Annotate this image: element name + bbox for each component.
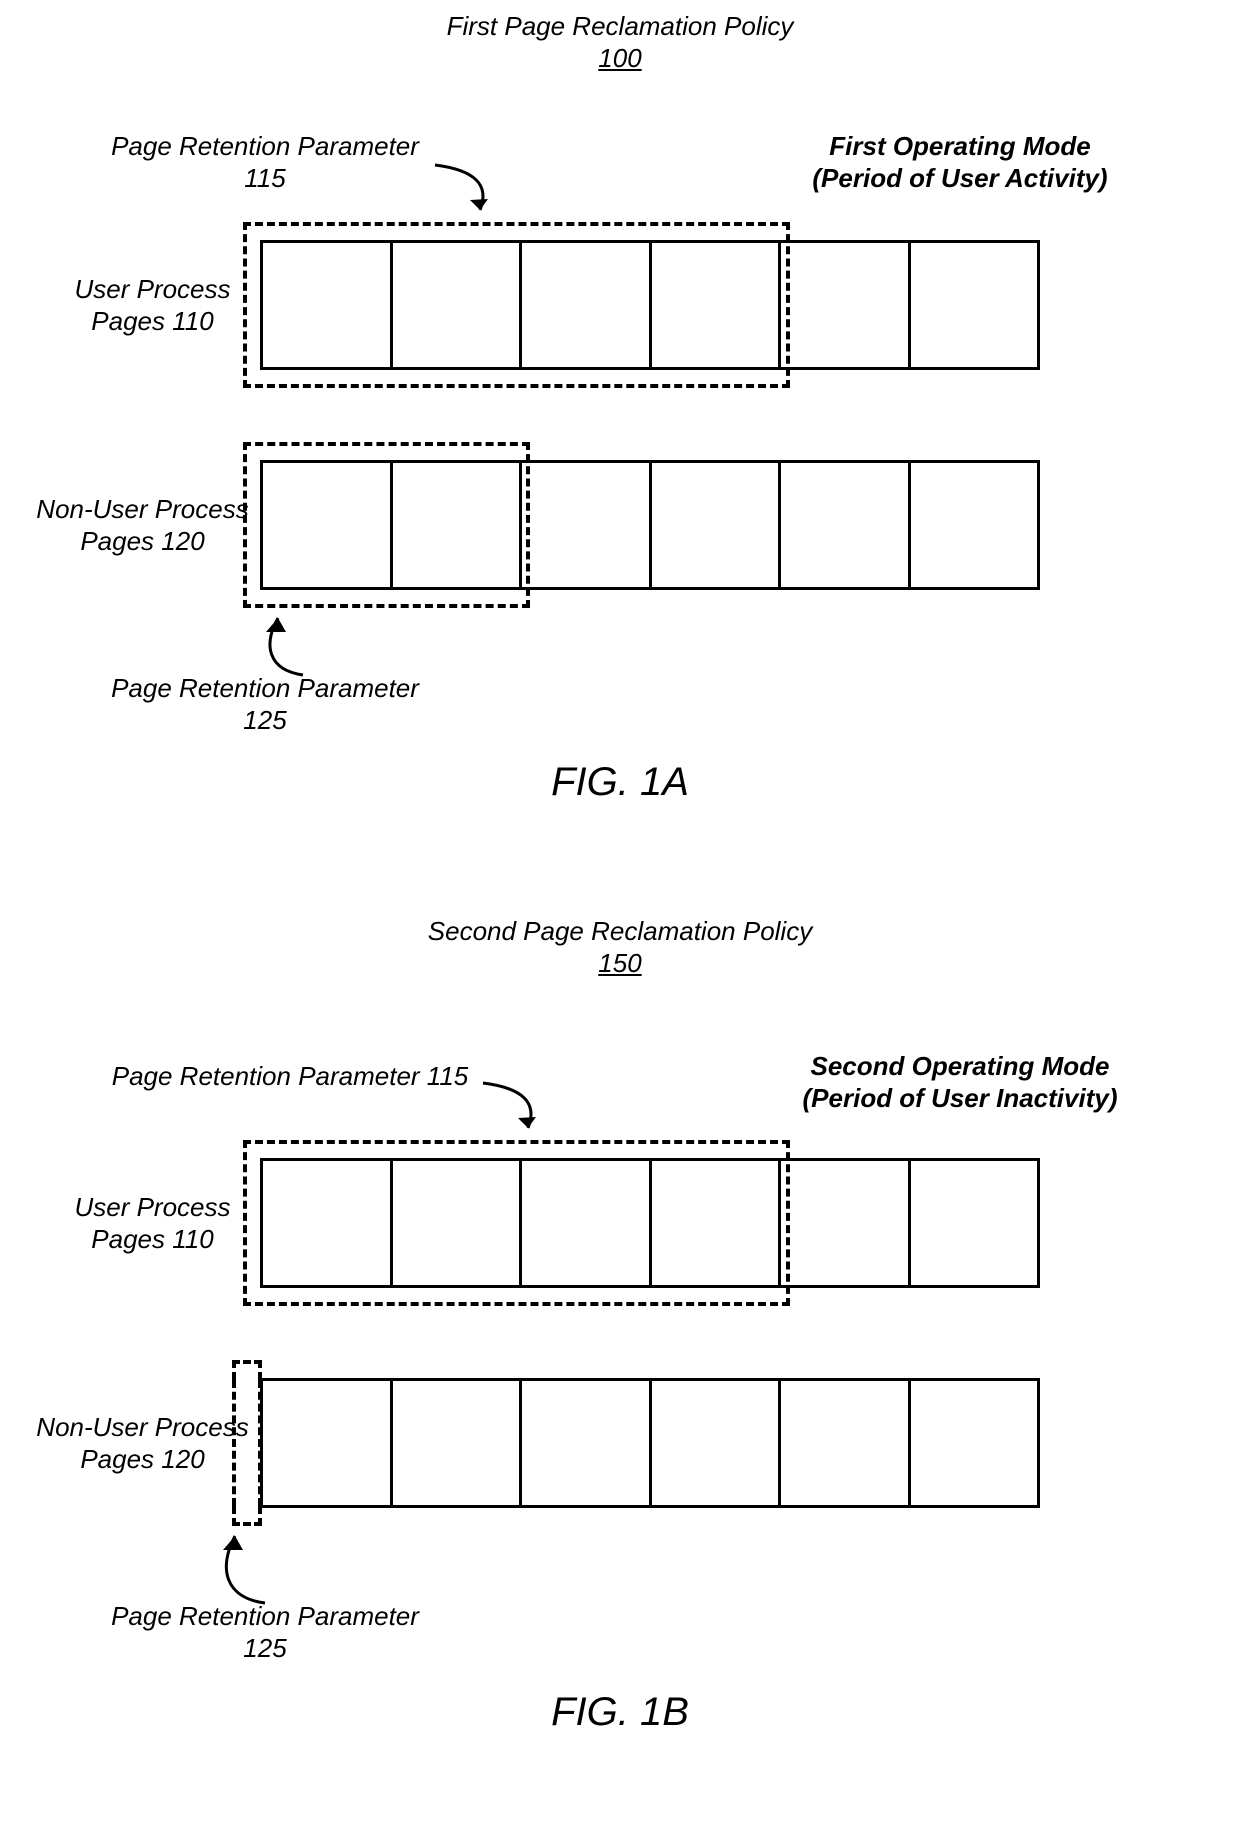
fig1b-nonuser-label-2: Pages 120 — [80, 1444, 204, 1474]
fig1a-param115-label-2: 115 — [244, 163, 285, 193]
fig1a-user-pages-row — [260, 240, 1040, 370]
page-cell — [911, 1381, 1038, 1505]
fig1a-title: First Page Reclamation Policy 100 — [260, 10, 980, 74]
fig1a-user-label-2: Pages 110 — [91, 306, 213, 336]
fig1b-param115-label: Page Retention Parameter 115 — [80, 1060, 500, 1092]
fig1b-title-num: 150 — [598, 948, 641, 978]
fig1b-user-pages-row — [260, 1158, 1040, 1288]
page-cell — [393, 463, 523, 587]
page-cell — [652, 463, 782, 587]
page-cell — [781, 243, 911, 367]
fig1b-nonuser-pages-row — [260, 1378, 1040, 1508]
page-cell — [652, 1161, 782, 1285]
fig1a-mode-line2: (Period of User Activity) — [812, 163, 1107, 193]
page-cell — [263, 1161, 393, 1285]
page-cell — [781, 1161, 911, 1285]
fig1a-param125-label-1: Page Retention Parameter — [111, 673, 419, 703]
fig1b-title: Second Page Reclamation Policy 150 — [260, 915, 980, 979]
fig1a-title-num: 100 — [598, 43, 641, 73]
page-cell — [263, 243, 393, 367]
page-cell — [263, 463, 393, 587]
fig1b-param125-label: Page Retention Parameter 125 — [100, 1600, 430, 1664]
fig1b-param115-arrow — [478, 1078, 558, 1148]
fig1a-title-text: First Page Reclamation Policy — [447, 11, 794, 41]
page-cell — [911, 1161, 1038, 1285]
fig1a-nonuser-label-1: Non-User Process — [36, 494, 248, 524]
fig1a-nonuser-label: Non-User Process Pages 120 — [30, 493, 255, 557]
page-cell — [781, 1381, 911, 1505]
fig1a-param115-label-1: Page Retention Parameter — [111, 131, 419, 161]
fig1b-nonuser-label-1: Non-User Process — [36, 1412, 248, 1442]
fig1a-param115-arrow — [430, 160, 510, 230]
fig1b-mode-line2: (Period of User Inactivity) — [803, 1083, 1118, 1113]
fig1a-mode-line1: First Operating Mode — [829, 131, 1090, 161]
page-cell — [393, 1381, 523, 1505]
fig1a-mode: First Operating Mode (Period of User Act… — [720, 130, 1200, 194]
fig1b-param125-label-1: Page Retention Parameter — [111, 1601, 419, 1631]
page-cell — [393, 1161, 523, 1285]
page-cell — [781, 463, 911, 587]
fig1b-user-label-2: Pages 110 — [91, 1224, 213, 1254]
fig1a-param125-label-2: 125 — [243, 705, 286, 735]
fig1a-user-label-1: User Process — [74, 274, 230, 304]
fig1b-nonuser-label: Non-User Process Pages 120 — [30, 1411, 255, 1475]
fig1a-param125-label: Page Retention Parameter 125 — [100, 672, 430, 736]
fig1b-mode: Second Operating Mode (Period of User In… — [720, 1050, 1200, 1114]
fig1b-retention-bracket-125-top — [232, 1360, 262, 1380]
page-cell — [522, 463, 652, 587]
fig1a-nonuser-label-2: Pages 120 — [80, 526, 204, 556]
fig1a-nonuser-pages-row — [260, 460, 1040, 590]
fig1b-param125-arrow — [210, 1528, 290, 1608]
fig1a-caption: FIG. 1A — [440, 760, 800, 805]
fig1a-user-label: User Process Pages 110 — [50, 273, 255, 337]
page-cell — [522, 1381, 652, 1505]
page-cell — [652, 1381, 782, 1505]
fig1a-param125-arrow — [258, 610, 338, 680]
page-cell — [522, 243, 652, 367]
page-cell — [393, 243, 523, 367]
page-cell — [652, 243, 782, 367]
fig1b-mode-line1: Second Operating Mode — [810, 1051, 1109, 1081]
page-cell — [911, 243, 1038, 367]
fig1b-caption: FIG. 1B — [440, 1690, 800, 1735]
page-cell — [522, 1161, 652, 1285]
fig1a-param115-label: Page Retention Parameter 115 — [100, 130, 430, 194]
fig1b-title-text: Second Page Reclamation Policy — [428, 916, 812, 946]
page-cell — [911, 463, 1038, 587]
fig1b-retention-bracket-125-bot — [232, 1506, 262, 1526]
fig1b-user-label-1: User Process — [74, 1192, 230, 1222]
fig1b-user-label: User Process Pages 110 — [50, 1191, 255, 1255]
page-cell — [263, 1381, 393, 1505]
fig1b-param125-label-2: 125 — [243, 1633, 286, 1663]
